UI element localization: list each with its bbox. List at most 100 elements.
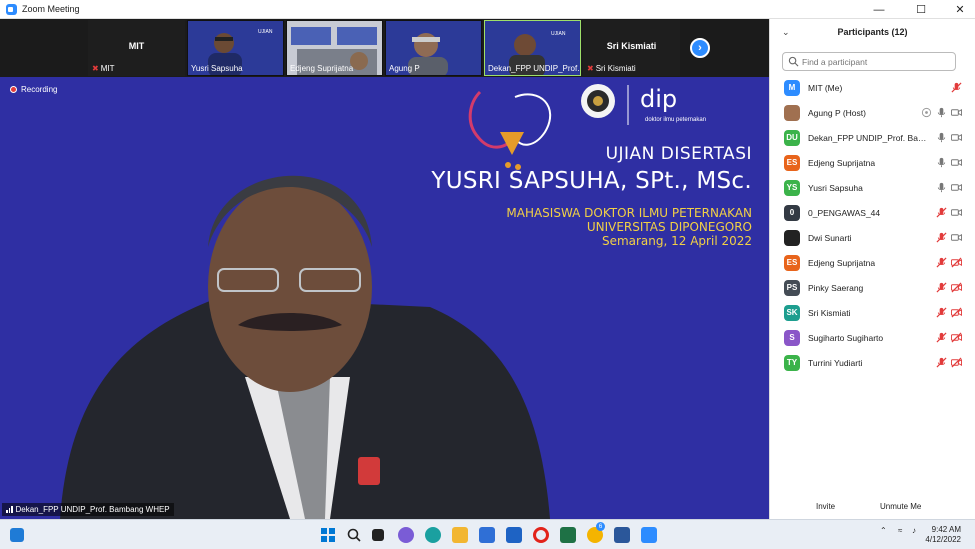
zoom-window: Zoom Meeting — ☐ ✕ MIT ✖ MIT UJIAN Yusri … [0, 0, 975, 549]
close-button[interactable]: ✕ [946, 0, 974, 19]
participant-row[interactable]: M MIT (Me) [770, 75, 975, 100]
participant-status-icons [921, 107, 962, 118]
video-on-icon[interactable] [951, 107, 962, 118]
participant-row[interactable]: Dwi Sunarti [770, 225, 975, 250]
unmute-me-button[interactable]: Unmute Me [874, 499, 927, 514]
video-on-icon[interactable] [951, 157, 962, 168]
participant-status-icons [936, 182, 962, 193]
mic-off-icon[interactable] [936, 207, 947, 218]
university-seal-icon [581, 84, 615, 118]
avatar: DU [784, 129, 800, 146]
participant-row[interactable]: 0 0_PENGAWAS_44 [770, 200, 975, 225]
participant-name: Dwi Sunarti [808, 232, 852, 243]
invite-button[interactable]: Invite [810, 499, 841, 514]
start-icon[interactable] [320, 527, 336, 543]
search-input[interactable] [802, 56, 952, 67]
avatar: YS [784, 179, 800, 196]
mic-off-icon[interactable] [936, 232, 947, 243]
edge-icon[interactable] [425, 527, 441, 543]
zoom-app-icon [6, 3, 17, 15]
thumbnail-name: MIT [128, 41, 145, 51]
avatar: M [784, 79, 800, 96]
opera-icon[interactable] [533, 527, 549, 543]
participants-title: Participants (12) [837, 27, 908, 37]
folder-icon[interactable] [452, 527, 468, 543]
search-icon[interactable] [346, 527, 362, 543]
thumbnail-label: Edjeng Suprijatna [290, 64, 354, 73]
thumbnail-label: Yusri Sapsuha [191, 64, 243, 73]
thumbnail-dekan-fpp-undip[interactable]: UJIAN Dekan_FPP UNDIP_Prof. ... [484, 20, 581, 76]
thumbnail-label: Agung P [389, 64, 420, 73]
mail-icon[interactable] [506, 527, 522, 543]
thumbnail-label: MIT [100, 64, 115, 73]
thumbnail-yusri-sapsuha[interactable]: UJIAN Yusri Sapsuha [187, 20, 284, 76]
active-speaker-label: Dekan_FPP UNDIP_Prof. Bambang WHEP [2, 503, 174, 516]
volume-icon[interactable]: ♪ [912, 526, 916, 535]
video-on-icon[interactable] [951, 207, 962, 218]
participant-row[interactable]: Agung P (Host) [770, 100, 975, 125]
chevron-right-icon: › [698, 42, 702, 54]
next-page-button[interactable]: › [690, 38, 710, 58]
window-title: Zoom Meeting [22, 4, 80, 14]
participant-row[interactable]: TY Turrini Yudiarti [770, 350, 975, 375]
thumbnail-agung-p[interactable]: Agung P [385, 20, 482, 76]
participant-row[interactable]: ES Edjeng Suprijatna [770, 250, 975, 275]
participant-row[interactable]: DU Dekan_FPP UNDIP_Prof. Bamban... [770, 125, 975, 150]
video-on-icon[interactable] [951, 182, 962, 193]
chevron-up-icon[interactable]: ⌃ [880, 526, 887, 535]
maximize-button[interactable]: ☐ [907, 0, 935, 19]
thumbnail-sri-kismiati[interactable]: Sri Kismiati ✖ Sri Kismiati [583, 20, 680, 76]
thumbnail-label: Dekan_FPP UNDIP_Prof. ... [488, 64, 581, 73]
mic-on-icon[interactable] [936, 132, 947, 143]
mic-off-icon: ✖ [587, 64, 594, 73]
chat-icon[interactable] [398, 527, 414, 543]
mic-on-icon[interactable] [936, 157, 947, 168]
chrome-icon[interactable]: 6 [587, 522, 605, 543]
mic-off-icon[interactable] [951, 82, 962, 93]
thumbnail-edjeng-suprijatna[interactable]: Edjeng Suprijatna [286, 20, 383, 76]
video-area: MIT ✖ MIT UJIAN Yusri Sapsuha Edjeng Sup… [0, 19, 769, 519]
store-icon[interactable] [479, 527, 495, 543]
participant-row[interactable]: YS Yusri Sapsuha [770, 175, 975, 200]
excel-icon[interactable] [560, 527, 576, 543]
video-off-icon[interactable] [951, 257, 962, 268]
participants-footer: Invite Unmute Me [770, 493, 975, 519]
mic-off-icon[interactable] [936, 357, 947, 368]
system-clock[interactable]: 9:42 AM 4/12/2022 [925, 525, 961, 545]
zoom-icon[interactable] [641, 527, 657, 543]
thumbnail-label: Sri Kismiati [595, 64, 636, 73]
participant-name: Turrini Yudiarti [808, 357, 863, 368]
video-on-icon[interactable] [951, 232, 962, 243]
recording-indicator[interactable]: Recording [10, 85, 57, 94]
thumbnail-mit[interactable]: MIT ✖ MIT [88, 20, 185, 76]
participant-row[interactable]: PS Pinky Saerang [770, 275, 975, 300]
thumbnail-name: Sri Kismiati [606, 41, 657, 51]
participant-row[interactable]: S Sugiharto Sugiharto [770, 325, 975, 350]
video-off-icon[interactable] [951, 307, 962, 318]
video-off-icon[interactable] [951, 332, 962, 343]
video-off-icon[interactable] [951, 282, 962, 293]
speaker-name: Dekan_FPP UNDIP_Prof. Bambang WHEP [15, 505, 170, 514]
slide-date: Semarang, 12 April 2022 [601, 234, 752, 248]
widgets-icon[interactable] [10, 528, 24, 542]
mic-off-icon[interactable] [936, 282, 947, 293]
participant-row[interactable]: SK Sri Kismiati [770, 300, 975, 325]
task-view-icon[interactable] [372, 529, 384, 541]
mic-off-icon[interactable] [936, 332, 947, 343]
mic-off-icon[interactable] [936, 307, 947, 318]
word-icon[interactable] [614, 527, 630, 543]
participant-status-icons [936, 232, 962, 243]
participant-status-icons [936, 282, 962, 293]
participant-name: Sri Kismiati [808, 307, 851, 318]
participant-status-icons [936, 257, 962, 268]
video-off-icon[interactable] [951, 357, 962, 368]
wifi-icon[interactable]: ≈ [898, 526, 902, 535]
participant-row[interactable]: ES Edjeng Suprijatna [770, 150, 975, 175]
mic-on-icon[interactable] [936, 107, 947, 118]
video-on-icon[interactable] [951, 132, 962, 143]
minimize-button[interactable]: — [865, 0, 893, 19]
mic-on-icon[interactable] [936, 182, 947, 193]
participant-search[interactable] [782, 52, 956, 71]
mic-off-icon[interactable] [936, 257, 947, 268]
active-speaker-video: Recording dip doktor ilmu peternakan UJI… [0, 77, 769, 519]
